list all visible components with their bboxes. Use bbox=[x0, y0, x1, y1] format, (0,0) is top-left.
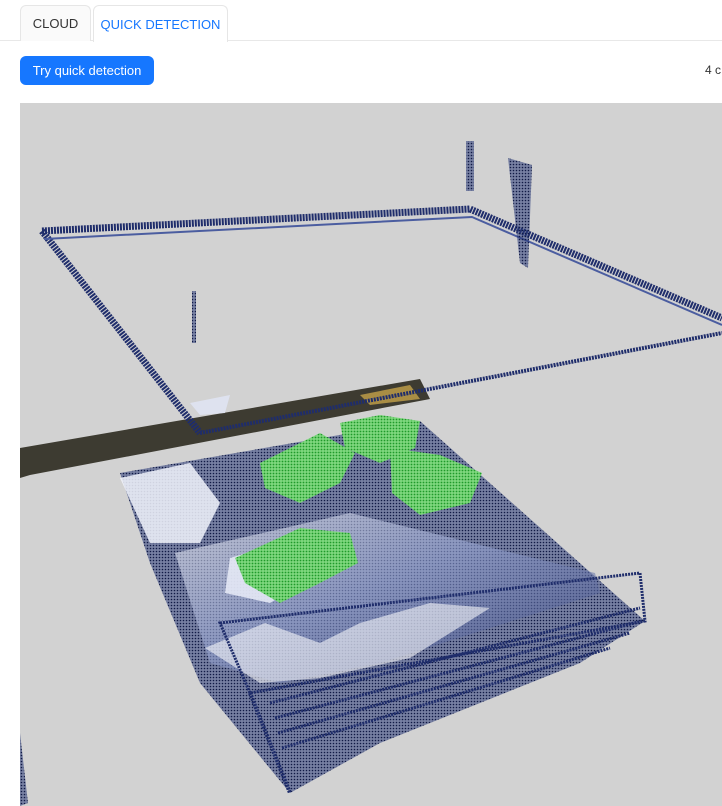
tab-cloud[interactable]: CLOUD bbox=[20, 5, 91, 41]
tab-bar: CLOUD QUICK DETECTION bbox=[0, 0, 722, 42]
detection-count-text: 4 c bbox=[705, 63, 722, 77]
point-cloud-viewer[interactable] bbox=[20, 103, 722, 806]
try-quick-detection-button[interactable]: Try quick detection bbox=[20, 56, 154, 85]
tab-quick-detection[interactable]: QUICK DETECTION bbox=[93, 5, 228, 42]
app-page: CLOUD QUICK DETECTION Try quick detectio… bbox=[0, 0, 722, 806]
point-cloud-canvas[interactable] bbox=[20, 103, 722, 806]
